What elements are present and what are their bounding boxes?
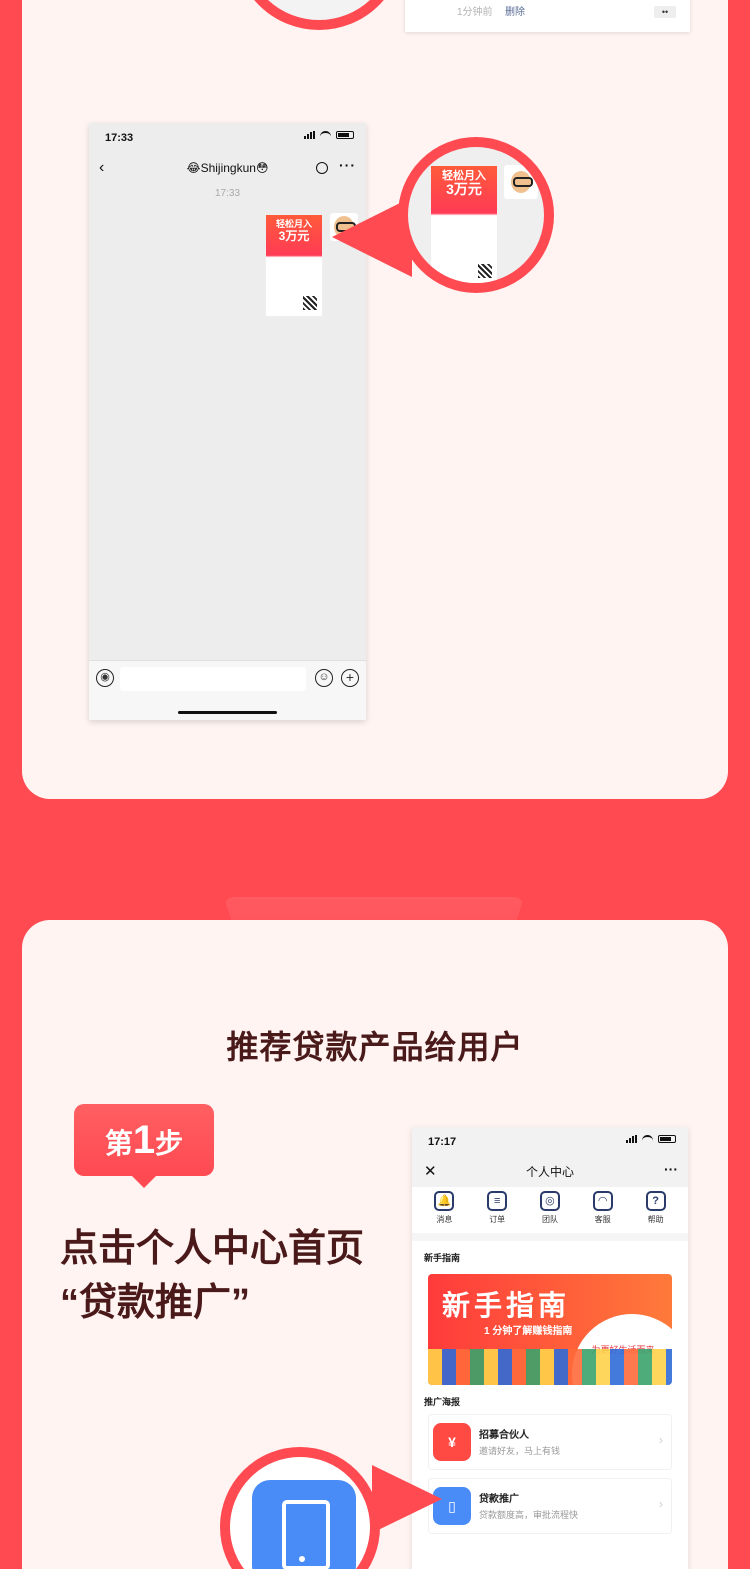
- status-icons: [626, 1135, 676, 1143]
- item-title: 贷款推广: [479, 1494, 519, 1505]
- step-instruction: 点击个人中心首页 “贷款推广”: [60, 1222, 364, 1330]
- banner-subtitle: 1 分钟了解赚钱指南: [484, 1326, 573, 1337]
- section-subtitle: 推荐贷款产品给用户: [226, 1029, 524, 1065]
- quick-item-service[interactable]: ◠ 客服: [583, 1191, 623, 1225]
- chat-title: 😂Shijingkun😳: [186, 161, 269, 175]
- avatar-zoomed: [504, 165, 538, 199]
- more-icon[interactable]: ···: [339, 150, 356, 180]
- close-icon[interactable]: ✕: [424, 1157, 437, 1187]
- item-desc: 邀请好友，马上有钱: [479, 1446, 561, 1456]
- refresh-icon[interactable]: [316, 162, 328, 174]
- message-time: 17:33: [214, 188, 241, 199]
- poster-zoomed: 轻松月入 3万元: [430, 165, 498, 283]
- step-number: 1: [132, 1118, 156, 1162]
- quick-item-orders[interactable]: ≡ 订单: [477, 1191, 517, 1225]
- guide-banner[interactable]: 新手指南 1 分钟了解赚钱指南 · 为更好生活而来 ·: [428, 1274, 672, 1385]
- back-icon[interactable]: ‹: [99, 153, 104, 183]
- quick-item-label: 客服: [594, 1215, 611, 1224]
- list-item-loan-promotion[interactable]: ▯ 贷款推广 贷款额度高，审批流程快 ›: [428, 1478, 672, 1534]
- poster-line2: 3万元: [278, 229, 310, 243]
- quick-item-team[interactable]: ◎ 团队: [530, 1191, 570, 1225]
- money-bag-icon: ¥: [433, 1423, 471, 1461]
- item-title: 招募合伙人: [479, 1430, 529, 1441]
- home-indicator: [178, 711, 277, 714]
- step-suffix: 步: [155, 1128, 184, 1159]
- personal-center-phone: 17:17 ✕ 个人中心 ··· 🔔 消息 ≡ 订单 ◎ 团队 ◠ 客服 ? 帮助 新手指…: [412, 1127, 688, 1569]
- chat-input-bar: ◉ ☺ +: [89, 660, 366, 720]
- voice-icon[interactable]: ◉: [96, 669, 114, 687]
- chevron-right-icon: ›: [659, 1497, 663, 1511]
- chat-navbar: ‹ 😂Shijingkun😳 ···: [89, 153, 366, 183]
- poster-line1: 轻松月入: [275, 219, 312, 229]
- poster-heading: 推广海报: [424, 1397, 461, 1407]
- quick-item-label: 消息: [436, 1215, 453, 1224]
- step-prefix: 第: [104, 1128, 133, 1159]
- battery-icon: [336, 131, 354, 139]
- personal-center-navbar: ✕ 个人中心 ···: [412, 1157, 688, 1187]
- more-icon[interactable]: ···: [664, 1154, 678, 1184]
- zoom-circle: [220, 1447, 380, 1569]
- chevron-right-icon: ›: [659, 1433, 663, 1447]
- status-icons: [304, 131, 354, 139]
- step-line2: “贷款推广”: [60, 1282, 251, 1324]
- banner-title: 新手指南: [442, 1290, 571, 1321]
- zoom-pointer: [372, 1465, 442, 1533]
- list-item-recruit-partner[interactable]: ¥ 招募合伙人 邀请好友，马上有钱 ›: [428, 1414, 672, 1470]
- signal-icon: [626, 1135, 637, 1143]
- battery-icon: [658, 1135, 676, 1143]
- poster-line2: 3万元: [446, 181, 482, 197]
- zoom-circle-partial: [234, 0, 404, 30]
- memoji-icon: [511, 171, 533, 193]
- qr-code-icon: [478, 264, 492, 278]
- crowd-illustration: [428, 1349, 672, 1385]
- plus-icon[interactable]: +: [341, 669, 359, 687]
- chat-phone-screenshot: 17:33 ‹ 😂Shijingkun😳 ··· 17:33 轻松月入 3万元 …: [89, 123, 366, 720]
- status-bar: 17:33: [89, 123, 366, 153]
- order-icon: ≡: [487, 1191, 508, 1211]
- wifi-icon: [642, 1135, 653, 1143]
- zoom-circle: 轻松月入 3万元: [398, 137, 554, 293]
- qr-code-icon: [303, 296, 317, 310]
- page-title: 个人中心: [525, 1165, 574, 1179]
- top-card: 1分钟前 删除 •• 17:33 ‹ 😂Shijingkun😳 ··· 17:3…: [22, 0, 728, 799]
- quick-icons-row: 🔔 消息 ≡ 订单 ◎ 团队 ◠ 客服 ? 帮助: [412, 1187, 688, 1241]
- status-time: 17:17: [428, 1136, 457, 1148]
- step-line1: 点击个人中心首页: [60, 1228, 365, 1270]
- quick-item-label: 订单: [489, 1215, 506, 1224]
- post-time: 1分钟前: [457, 7, 493, 18]
- signal-icon: [304, 131, 315, 139]
- emoji-icon[interactable]: ☺: [315, 669, 333, 687]
- status-bar: 17:17: [412, 1127, 688, 1157]
- quick-item-help[interactable]: ? 帮助: [636, 1191, 676, 1225]
- more-button[interactable]: ••: [654, 6, 676, 18]
- moments-panel-partial: 1分钟前 删除 ••: [405, 0, 690, 32]
- delete-link[interactable]: 删除: [505, 3, 525, 18]
- bottom-card: 推荐贷款产品给用户 第1步 点击个人中心首页 “贷款推广” 17:17 ✕ 个人…: [22, 920, 728, 1569]
- step-badge: 第1步: [74, 1104, 214, 1188]
- quick-item-label: 团队: [541, 1215, 558, 1224]
- tablet-icon: [252, 1480, 356, 1569]
- guide-heading: 新手指南: [424, 1253, 461, 1263]
- status-time: 17:33: [105, 132, 134, 144]
- poster-message[interactable]: 轻松月入 3万元: [265, 214, 323, 317]
- quick-item-label: 帮助: [647, 1215, 664, 1224]
- team-icon: ◎: [539, 1191, 560, 1211]
- headset-icon: ◠: [592, 1191, 613, 1211]
- wifi-icon: [320, 131, 331, 139]
- message-input[interactable]: [120, 667, 306, 691]
- help-icon: ?: [645, 1191, 666, 1211]
- item-desc: 贷款额度高，审批流程快: [479, 1510, 579, 1520]
- bell-icon: 🔔: [434, 1191, 455, 1211]
- quick-item-messages[interactable]: 🔔 消息: [424, 1191, 464, 1225]
